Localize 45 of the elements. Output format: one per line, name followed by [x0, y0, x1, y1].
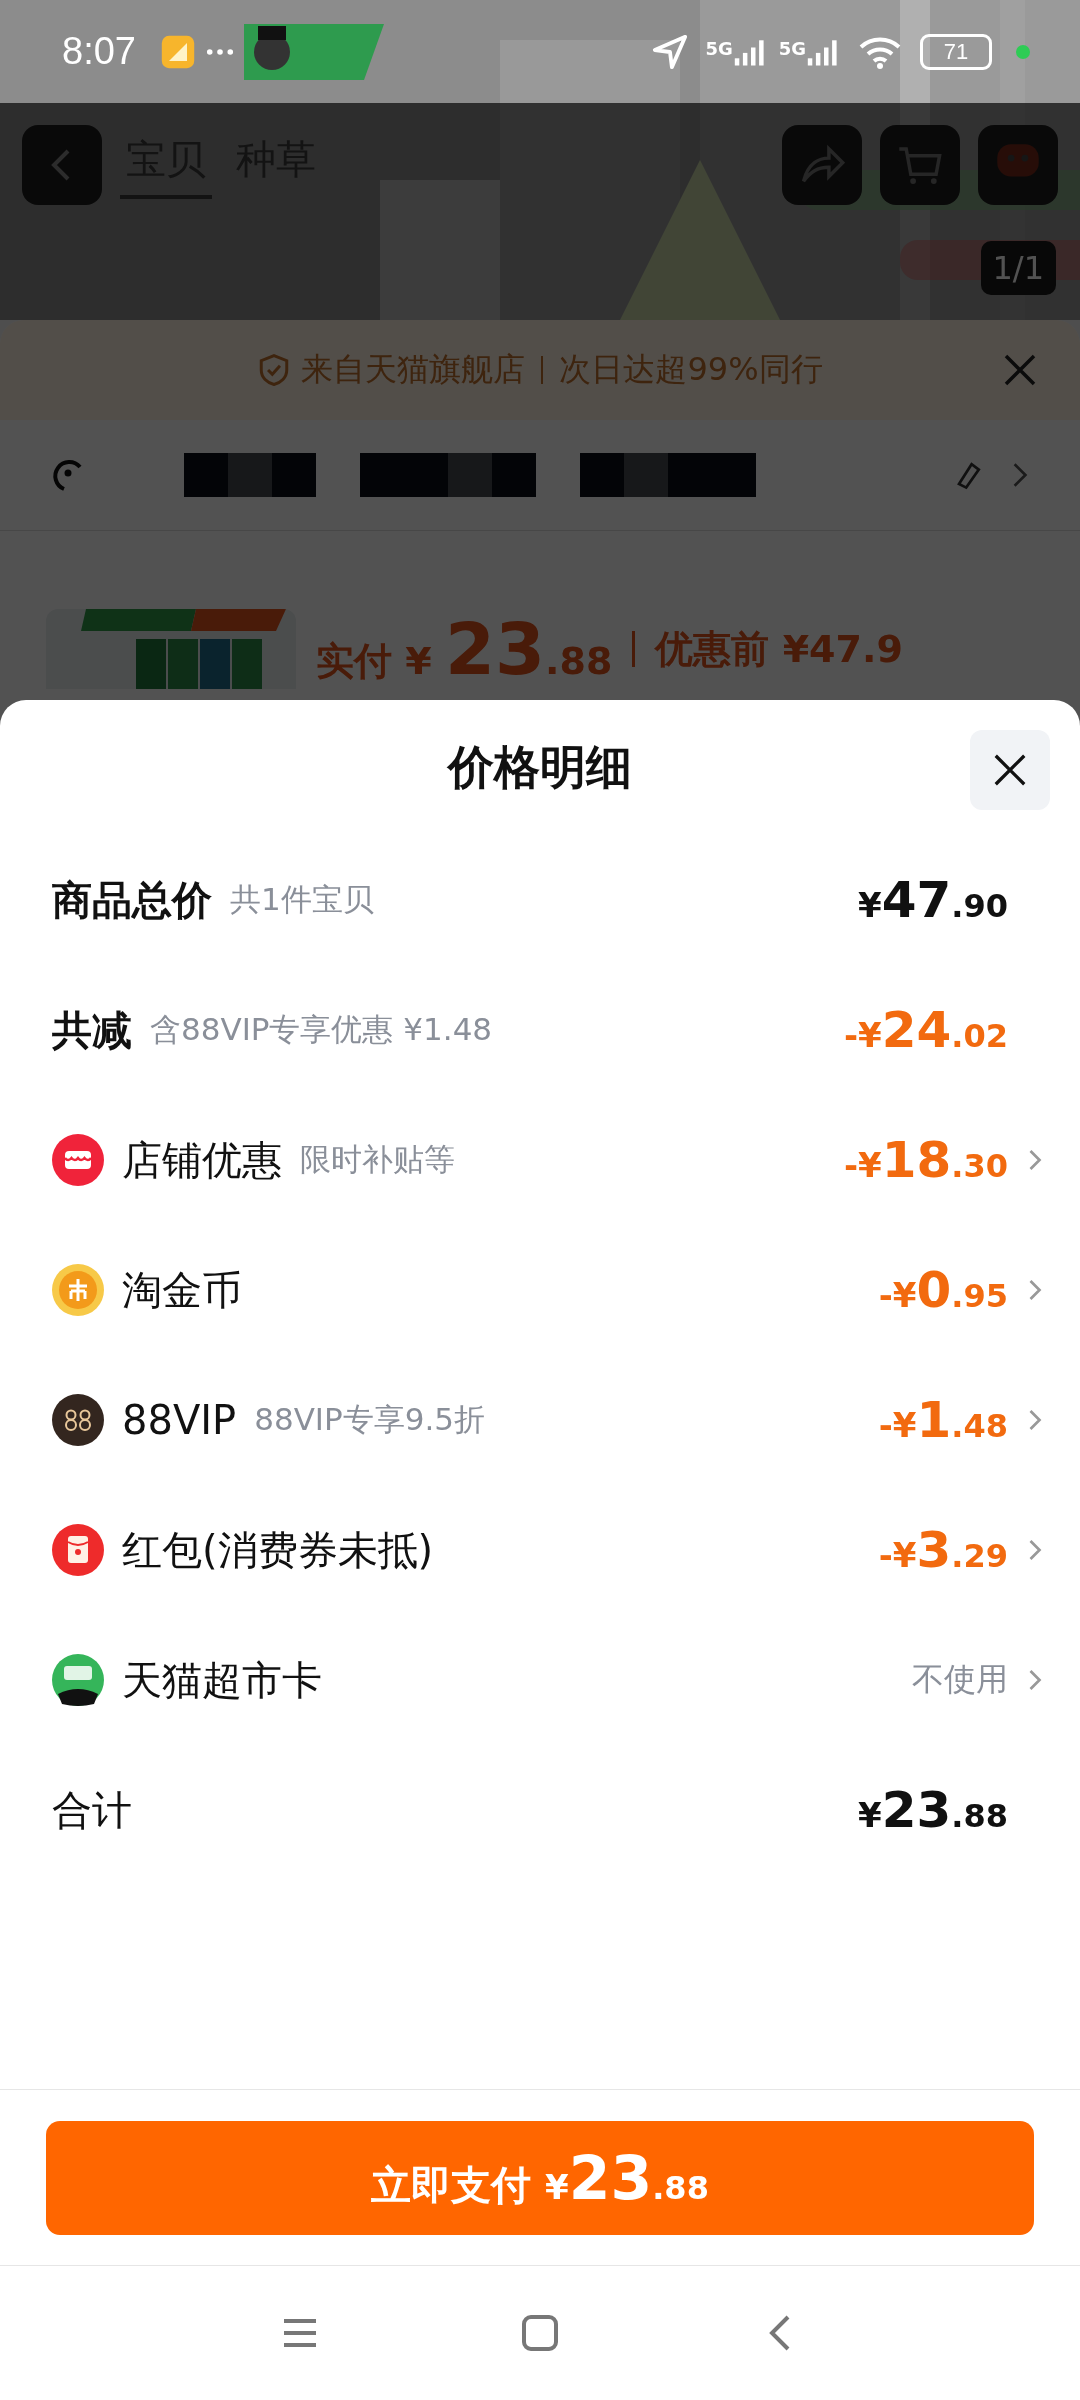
paid-price: 实付 ¥ 23.88	[316, 607, 613, 691]
more-icon	[205, 46, 234, 57]
row-label: 商品总价	[52, 875, 212, 925]
amount: -¥18.30	[843, 1131, 1008, 1189]
store-label: 来自天猫旗舰店	[301, 349, 526, 390]
supermarket-card-icon	[52, 1654, 104, 1706]
image-counter: 1/1	[980, 241, 1056, 295]
row-label: 天猫超市卡	[122, 1655, 322, 1705]
sheet-title: 价格明细	[448, 738, 632, 796]
privacy-dot-icon	[1016, 44, 1030, 59]
close-button[interactable]	[970, 730, 1050, 810]
row-label: 店铺优惠	[122, 1135, 282, 1185]
amount: -¥3.29	[878, 1521, 1008, 1579]
status-label: 不使用	[912, 1659, 1008, 1700]
row-label: 合计	[52, 1785, 132, 1835]
status-time: 8:07	[62, 30, 136, 73]
network-type: 5G	[778, 38, 806, 59]
message-button[interactable]	[978, 125, 1058, 205]
back-button[interactable]	[22, 125, 102, 205]
amount: -¥0.95	[878, 1261, 1008, 1319]
row-label: 共减	[52, 1005, 132, 1055]
cart-button[interactable]	[880, 125, 960, 205]
pay-button[interactable]: 立即支付 ¥23.88	[46, 2120, 1034, 2235]
network-type: 5G	[705, 38, 733, 59]
battery-indicator: 71	[920, 33, 992, 70]
original-price: 优惠前 ¥47.9	[655, 625, 903, 673]
row-note: 88VIP专享9.5折	[254, 1400, 485, 1439]
row-note: 限时补贴等	[300, 1140, 455, 1179]
coin-icon	[52, 1264, 104, 1316]
row-note: 共1件宝贝	[230, 880, 374, 919]
row-label: 红包(消费券未抵)	[122, 1525, 434, 1575]
delivery-label: 次日达超99%同行	[559, 349, 823, 390]
vip-icon	[52, 1394, 104, 1446]
row-label: 淘金币	[122, 1265, 242, 1315]
shop-icon	[52, 1134, 104, 1186]
amount: -¥1.48	[878, 1391, 1008, 1449]
amount: ¥47.90	[858, 871, 1008, 929]
row-note: 含88VIP专享优惠 ¥1.48	[150, 1010, 493, 1049]
envelope-icon	[52, 1524, 104, 1576]
location-icon	[651, 32, 690, 71]
home-icon[interactable]	[520, 2313, 560, 2353]
row-label: 88VIP	[122, 1397, 237, 1443]
amount: ¥23.88	[858, 1781, 1008, 1839]
share-button[interactable]	[782, 125, 862, 205]
amount: -¥24.02	[843, 1001, 1008, 1059]
